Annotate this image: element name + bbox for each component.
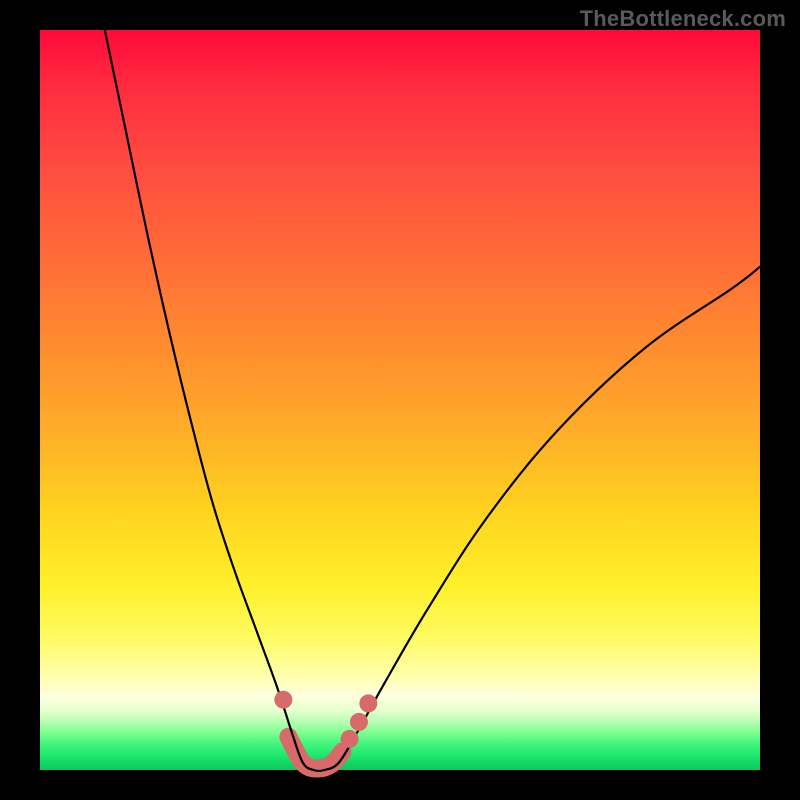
bottleneck-curve-path (105, 30, 760, 771)
trough-highlight (288, 737, 342, 769)
watermark-text: TheBottleneck.com (580, 6, 786, 32)
curve-marker-1 (341, 730, 359, 748)
curve-marker-3 (359, 694, 377, 712)
trough-highlight-path (288, 737, 342, 769)
curve-marker-0 (274, 691, 292, 709)
plot-area (40, 30, 760, 770)
chart-frame: TheBottleneck.com (0, 0, 800, 800)
chart-svg (40, 30, 760, 770)
bottleneck-curve (105, 30, 760, 771)
curve-marker-2 (350, 713, 368, 731)
